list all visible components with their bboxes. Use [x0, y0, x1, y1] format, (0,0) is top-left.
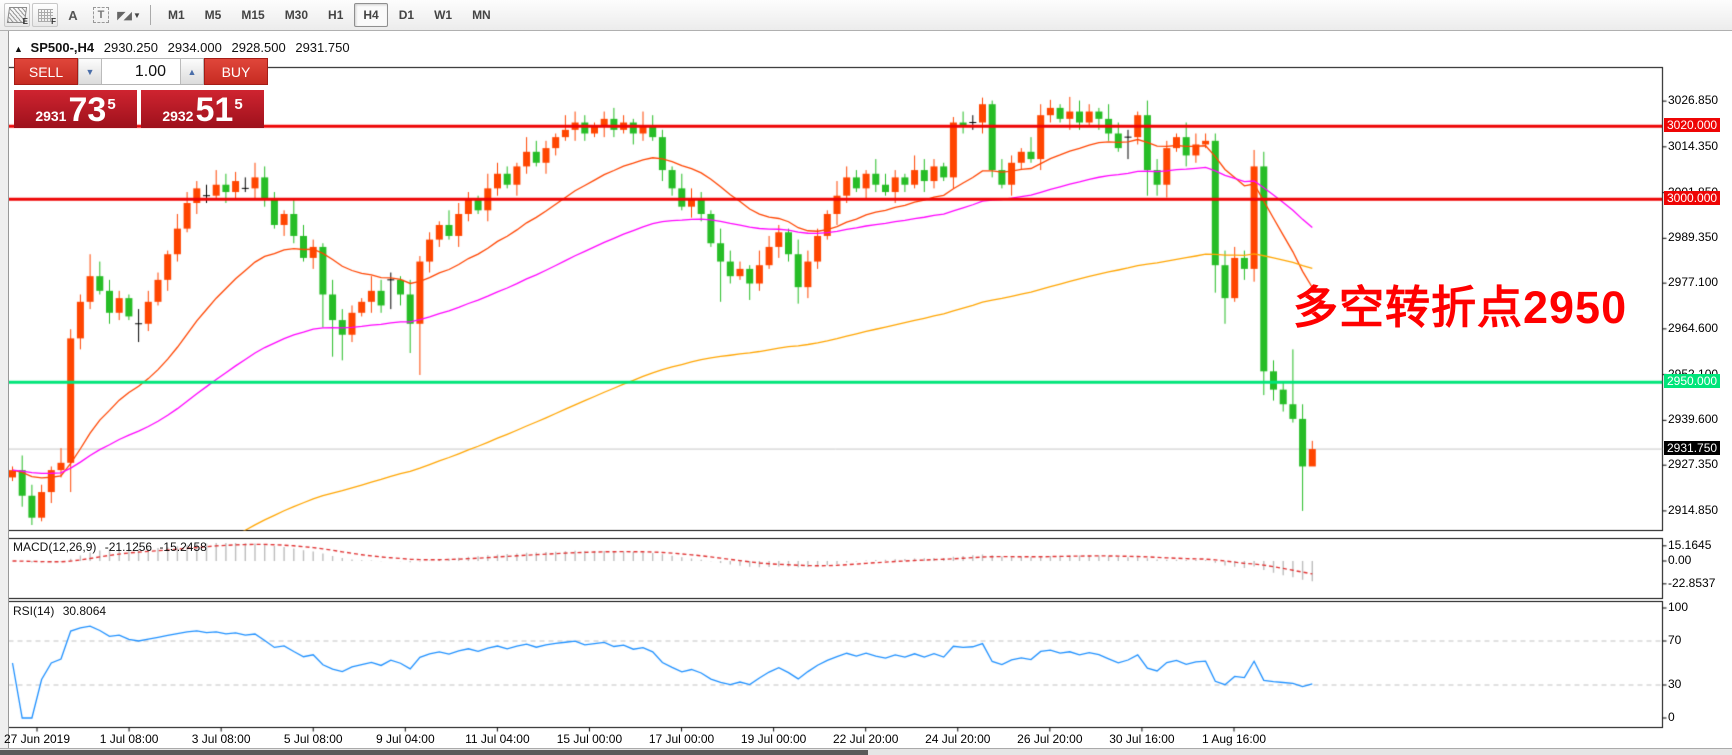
macd-tick-label: -22.8537	[1668, 576, 1715, 590]
rsi-name: RSI(14)	[13, 604, 54, 618]
toolbar-separator	[150, 5, 151, 25]
price-level-badge: 3000.000	[1664, 191, 1720, 205]
text-label-button[interactable]: A	[60, 3, 86, 27]
price-level-badge: 2950.000	[1664, 374, 1720, 388]
price-tick-label: 3026.850	[1668, 93, 1718, 107]
rsi-tick-label: 30	[1668, 677, 1681, 691]
macd-name: MACD(12,26,9)	[13, 540, 96, 554]
price-tick-label: 2914.850	[1668, 503, 1718, 517]
cursor-tools-button[interactable]: ◤◢ ▼	[116, 3, 142, 27]
chevron-down-icon: ▼	[133, 11, 141, 20]
rsi-indicator-label: RSI(14) 30.8064	[13, 604, 106, 618]
date-tick-label: 27 Jun 2019	[0, 732, 82, 746]
rsi-tick-label: 100	[1668, 600, 1688, 614]
volume-increase-button[interactable]: ▲	[180, 59, 204, 84]
rsi-value: 30.8064	[63, 604, 106, 618]
volume-decrease-button[interactable]: ▼	[78, 59, 102, 84]
price-level-badge: 2931.750	[1664, 441, 1720, 455]
ohlc-readout: ▲ SP500-,H4 2930.250 2934.000 2928.500 2…	[14, 40, 356, 55]
indicators-button[interactable]: E	[4, 3, 30, 27]
buy-price-main: 51	[195, 94, 233, 126]
buy-button[interactable]: BUY	[204, 58, 268, 85]
volume-input[interactable]: 1.00	[102, 59, 180, 84]
sell-price-main: 73	[68, 94, 106, 126]
date-tick-label: 9 Jul 04:00	[360, 732, 450, 746]
high-value: 2934.000	[168, 40, 222, 55]
timeframe-group: M1M5M15M30H1H4D1W1MN	[159, 3, 500, 27]
date-tick-label: 30 Jul 16:00	[1097, 732, 1187, 746]
price-tick-label: 2989.350	[1668, 230, 1718, 244]
chart-window: ▲ SP500-,H4 2930.250 2934.000 2928.500 2…	[0, 31, 1732, 754]
date-tick-label: 19 Jul 00:00	[729, 732, 819, 746]
price-tick-label: 2964.600	[1668, 321, 1718, 335]
timeframe-button-h4[interactable]: H4	[354, 3, 387, 27]
date-tick-label: 1 Jul 08:00	[84, 732, 174, 746]
open-value: 2930.250	[104, 40, 158, 55]
sell-price-box[interactable]: 2931 73 5	[14, 90, 137, 128]
timeframe-button-mn[interactable]: MN	[463, 3, 500, 27]
macd-tick-label: 15.1645	[1668, 538, 1711, 552]
collapse-quotes-icon[interactable]: ▲	[14, 44, 23, 54]
close-value: 2931.750	[295, 40, 349, 55]
timeframe-button-m15[interactable]: M15	[232, 3, 273, 27]
grid-button[interactable]: F	[32, 3, 58, 27]
sell-button[interactable]: SELL	[14, 58, 78, 85]
macd-signal-value: -15.2458	[159, 540, 206, 554]
grid-letter: F	[51, 17, 56, 26]
symbol-period-label: SP500-,H4	[31, 40, 95, 55]
buy-price-sup: 5	[234, 90, 242, 120]
date-tick-label: 3 Jul 08:00	[176, 732, 266, 746]
date-tick-label: 24 Jul 20:00	[913, 732, 1003, 746]
toolbar: E F A T ◤◢ ▼ M1M5M15M30H1H4D1W1MN	[0, 0, 1732, 31]
timeframe-button-d1[interactable]: D1	[390, 3, 423, 27]
price-tick-label: 2977.100	[1668, 275, 1718, 289]
buy-price-box[interactable]: 2932 51 5	[141, 90, 264, 128]
price-tick-label: 3014.350	[1668, 139, 1718, 153]
low-value: 2928.500	[231, 40, 285, 55]
one-click-trading-widget: SELL ▼ 1.00 ▲ BUY 2931 73 5 2932 51 5	[14, 58, 268, 128]
timeframe-button-h1[interactable]: H1	[319, 3, 352, 27]
macd-indicator-label: MACD(12,26,9) -21.1256 -15.2458	[13, 540, 207, 554]
sell-price-sup: 5	[107, 90, 115, 120]
price-tick-label: 2939.600	[1668, 412, 1718, 426]
timeframe-button-m5[interactable]: M5	[196, 3, 231, 27]
rsi-tick-label: 0	[1668, 710, 1675, 724]
price-level-badge: 3020.000	[1664, 118, 1720, 132]
sell-price-prefix: 2931	[35, 106, 66, 126]
text-box-icon: T	[93, 7, 109, 23]
rsi-tick-label: 70	[1668, 633, 1681, 647]
text-box-button[interactable]: T	[88, 3, 114, 27]
macd-tick-label: 0.00	[1668, 553, 1691, 567]
buy-price-prefix: 2932	[162, 106, 193, 126]
timeframe-button-w1[interactable]: W1	[425, 3, 461, 27]
date-tick-label: 15 Jul 00:00	[544, 732, 634, 746]
date-tick-label: 22 Jul 20:00	[821, 732, 911, 746]
timeframe-button-m1[interactable]: M1	[159, 3, 194, 27]
date-tick-label: 1 Aug 16:00	[1189, 732, 1279, 746]
text-label-icon: A	[68, 8, 77, 23]
date-tick-label: 11 Jul 04:00	[452, 732, 542, 746]
cursor-arrows-icon: ◤◢	[117, 9, 130, 22]
volume-spinner: ▼ 1.00 ▲	[78, 58, 204, 85]
date-tick-label: 5 Jul 08:00	[268, 732, 358, 746]
indicator-letter: E	[23, 17, 28, 26]
chart-canvas[interactable]	[0, 31, 1732, 754]
macd-value: -21.1256	[105, 540, 152, 554]
date-tick-label: 17 Jul 00:00	[637, 732, 727, 746]
date-tick-label: 26 Jul 20:00	[1005, 732, 1095, 746]
scrollbar-thumb[interactable]	[0, 750, 868, 755]
price-tick-label: 2927.350	[1668, 457, 1718, 471]
chart-text-annotation: 多空转折点2950	[1293, 271, 1627, 336]
timeframe-button-m30[interactable]: M30	[276, 3, 317, 27]
window-left-gutter	[0, 31, 9, 754]
